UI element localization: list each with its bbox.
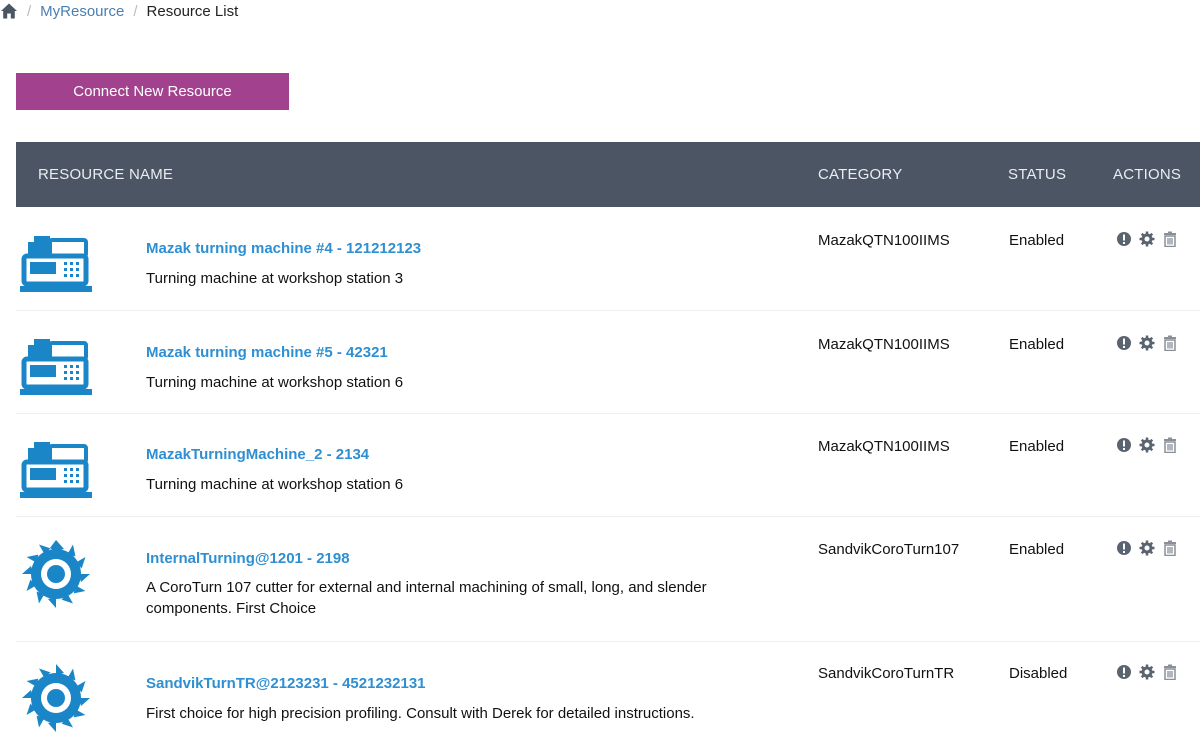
row-actions — [1116, 335, 1178, 351]
resource-table: RESOURCE NAME CATEGORY STATUS ACTIONS Ma… — [16, 142, 1200, 733]
breadcrumb-myresource-link[interactable]: MyResource — [40, 3, 124, 20]
breadcrumb: / MyResource / Resource List — [0, 0, 238, 22]
trash-icon[interactable] — [1162, 231, 1178, 247]
resource-description: Turning machine at workshop station 6 — [146, 374, 404, 391]
table-row: SandvikTurnTR@2123231 - 4521232131 First… — [16, 642, 1200, 733]
turning-machine-icon — [20, 236, 92, 292]
info-icon[interactable] — [1116, 664, 1132, 680]
column-header-category: CATEGORY — [818, 166, 903, 183]
resource-title-link[interactable]: MazakTurningMachine_2 - 2134 — [146, 446, 369, 463]
resource-description: First choice for high precision profilin… — [146, 705, 695, 722]
info-icon[interactable] — [1116, 335, 1132, 351]
breadcrumb-separator: / — [133, 2, 138, 20]
info-icon[interactable] — [1116, 540, 1132, 556]
resource-status: Enabled — [1009, 232, 1065, 249]
breadcrumb-separator: / — [27, 2, 32, 20]
resource-title-link[interactable]: InternalTurning@1201 - 2198 — [146, 550, 350, 567]
column-header-status: STATUS — [1008, 166, 1067, 183]
gear-icon[interactable] — [1139, 437, 1155, 453]
resource-category: MazakQTN100IIMS — [818, 438, 950, 455]
row-actions — [1116, 231, 1178, 247]
gear-icon[interactable] — [1139, 540, 1155, 556]
resource-title-link[interactable]: Mazak turning machine #5 - 42321 — [146, 344, 388, 361]
resource-category: MazakQTN100IIMS — [818, 336, 950, 353]
resource-status: Enabled — [1009, 336, 1065, 353]
trash-icon[interactable] — [1162, 664, 1178, 680]
resource-title-link[interactable]: SandvikTurnTR@2123231 - 4521232131 — [146, 675, 426, 692]
column-header-resource-name: RESOURCE NAME — [38, 166, 174, 183]
gear-icon[interactable] — [1139, 664, 1155, 680]
resource-description: Turning machine at workshop station 6 — [146, 476, 404, 493]
resource-title-link[interactable]: Mazak turning machine #4 - 121212123 — [146, 240, 421, 257]
cutter-blade-icon — [22, 664, 90, 732]
resource-status: Disabled — [1009, 665, 1068, 682]
row-actions — [1116, 437, 1178, 453]
turning-machine-icon — [20, 442, 92, 498]
column-header-actions: ACTIONS — [1113, 166, 1182, 183]
trash-icon[interactable] — [1162, 540, 1178, 556]
breadcrumb-current-page: Resource List — [146, 2, 239, 20]
resource-description: Turning machine at workshop station 3 — [146, 270, 404, 287]
home-icon[interactable] — [0, 2, 18, 20]
trash-icon[interactable] — [1162, 335, 1178, 351]
gear-icon[interactable] — [1139, 335, 1155, 351]
connect-new-resource-button[interactable]: Connect New Resource — [16, 73, 289, 110]
table-row: InternalTurning@1201 - 2198 A CoroTurn 1… — [16, 517, 1200, 642]
resource-status: Enabled — [1009, 438, 1065, 455]
resource-category: MazakQTN100IIMS — [818, 232, 950, 249]
table-row: MazakTurningMachine_2 - 2134 Turning mac… — [16, 414, 1200, 517]
resource-status: Enabled — [1009, 541, 1065, 558]
cutter-blade-icon — [22, 540, 90, 608]
resource-description: A CoroTurn 107 cutter for external and i… — [146, 579, 707, 617]
row-actions — [1116, 540, 1178, 556]
resource-category: SandvikCoroTurn107 — [818, 541, 960, 558]
gear-icon[interactable] — [1139, 231, 1155, 247]
trash-icon[interactable] — [1162, 437, 1178, 453]
turning-machine-icon — [20, 339, 92, 395]
info-icon[interactable] — [1116, 437, 1132, 453]
info-icon[interactable] — [1116, 231, 1132, 247]
table-row: Mazak turning machine #4 - 121212123 Tur… — [16, 207, 1200, 311]
row-actions — [1116, 664, 1178, 680]
resource-category: SandvikCoroTurnTR — [818, 665, 955, 682]
table-row: Mazak turning machine #5 - 42321 Turning… — [16, 311, 1200, 414]
table-header: RESOURCE NAME CATEGORY STATUS ACTIONS — [16, 142, 1200, 207]
